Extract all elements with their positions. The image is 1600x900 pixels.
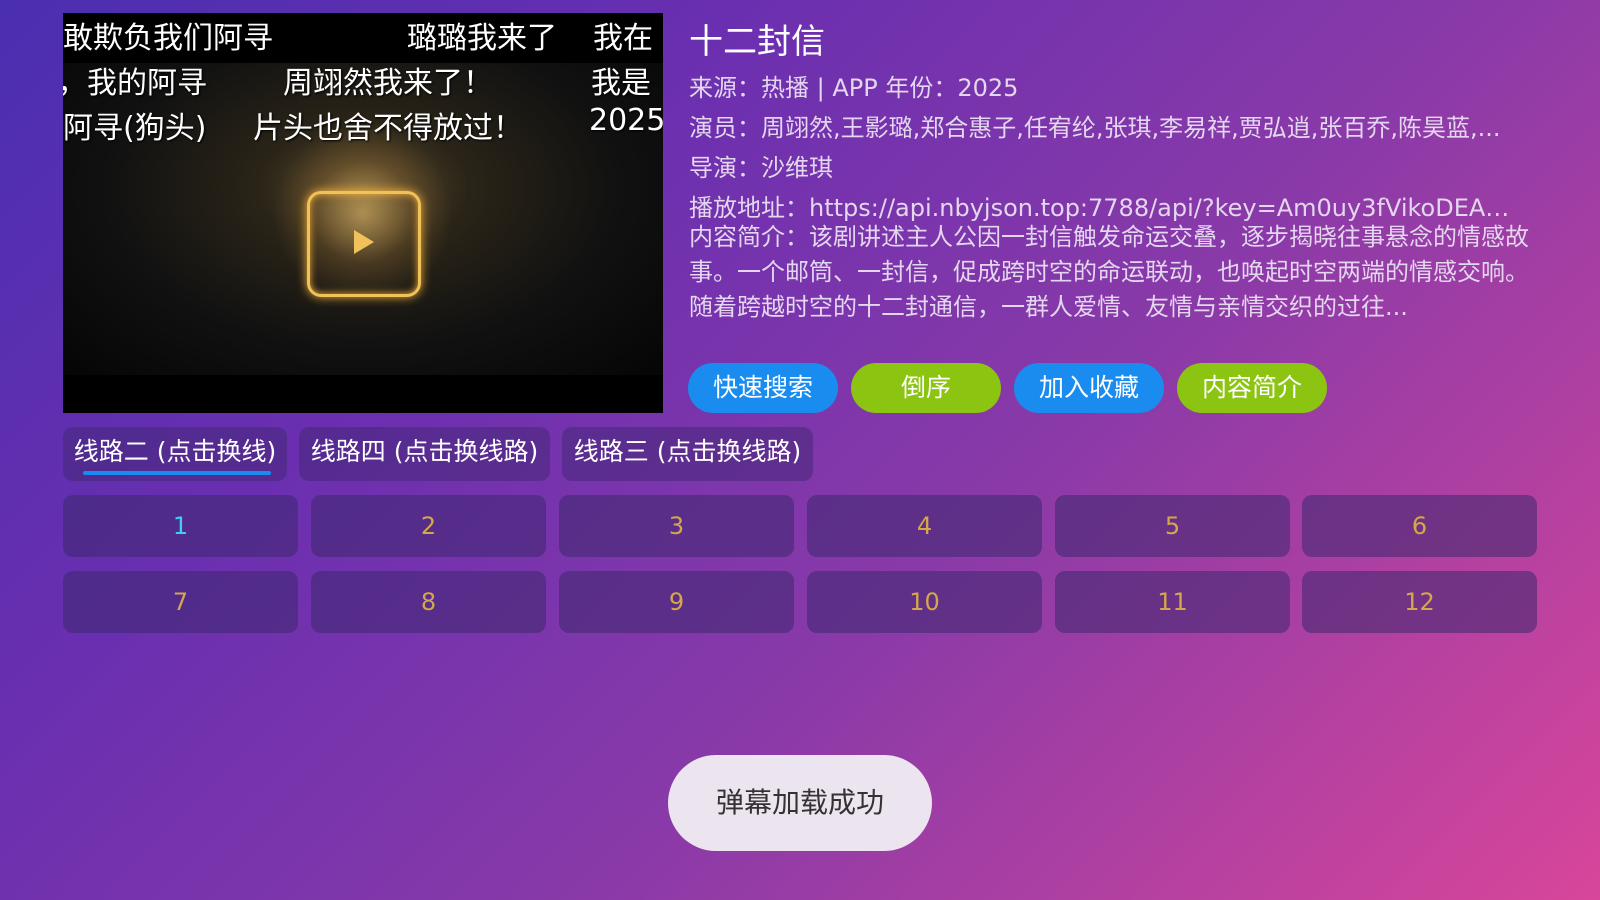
tab-route-2[interactable]: 线路二 (点击换线) [63,427,287,481]
danmu-comment: 我在 [593,21,653,56]
video-player[interactable]: 敢欺负我们阿寻 璐璐我来了 我在 ，我的阿寻 周翊然我来了！ 我是 阿寻(狗头)… [63,13,663,413]
danmu-comment: 璐璐我来了 [407,21,557,56]
description: 内容简介：该剧讲述主人公因一封信触发命运交叠，逐步揭晓往事悬念的情感故事。一个邮… [689,223,1529,321]
danmu-comment: 片头也舍不得放过！ [253,111,523,146]
director: 导演：沙维琪 [689,154,833,182]
episode-button[interactable]: 12 [1302,571,1537,633]
episode-button[interactable]: 9 [559,571,794,633]
brand-logo-icon [307,191,421,297]
danmu-comment: 我是 [591,66,651,101]
reverse-order-button[interactable]: 倒序 [851,363,1001,413]
danmu-comment: 阿寻(狗头) [63,111,207,146]
episode-button[interactable]: 10 [807,571,1042,633]
danmu-comment: 敢欺负我们阿寻 [63,21,273,56]
play-icon [354,230,374,254]
video-title: 十二封信 [689,22,825,62]
episode-button[interactable]: 2 [311,495,546,557]
play-url: 播放地址：https://api.nbyjson.top:7788/api/?k… [689,194,1529,222]
episode-button[interactable]: 5 [1055,495,1290,557]
tab-label: 线路四 (点击换线路) [310,437,539,466]
episode-button[interactable]: 1 [63,495,298,557]
episode-button[interactable]: 11 [1055,571,1290,633]
tab-label: 线路二 (点击换线) [73,437,277,466]
active-tab-indicator [83,471,271,475]
source-year: 来源：热播 | APP 年份：2025 [689,74,1019,102]
danmu-comment: 周翊然我来了！ [283,66,493,101]
danmu-comment: ，我的阿寻 [63,66,207,101]
tab-label: 线路三 (点击换线路) [573,437,802,466]
episode-button[interactable]: 8 [311,571,546,633]
episode-button[interactable]: 3 [559,495,794,557]
tab-route-3[interactable]: 线路三 (点击换线路) [562,427,813,481]
intro-button[interactable]: 内容简介 [1177,363,1327,413]
toast-message: 弹幕加载成功 [668,755,932,851]
episode-button[interactable]: 7 [63,571,298,633]
tab-route-4[interactable]: 线路四 (点击换线路) [299,427,550,481]
add-favorite-button[interactable]: 加入收藏 [1014,363,1164,413]
quick-search-button[interactable]: 快速搜索 [688,363,838,413]
actors: 演员：周翊然,王影璐,郑合惠子,任宥纶,张琪,李易祥,贾弘逍,张百乔,陈昊蓝,.… [689,114,1501,142]
episode-button[interactable]: 6 [1302,495,1537,557]
danmu-comment: 2025 [589,103,663,138]
episode-button[interactable]: 4 [807,495,1042,557]
